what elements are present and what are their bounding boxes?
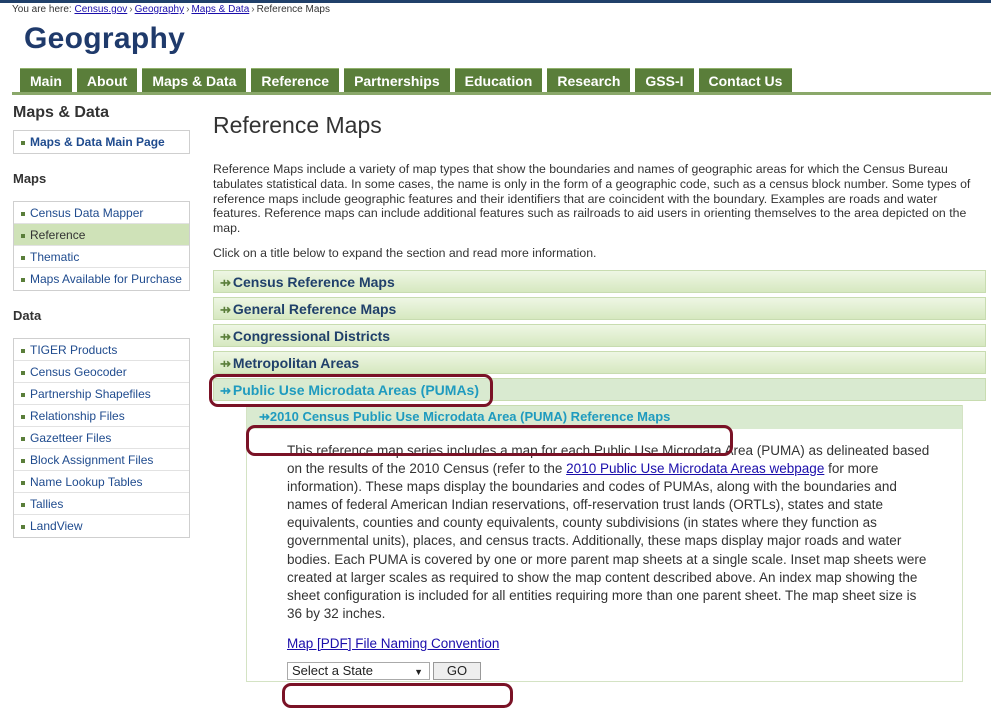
- puma-subpanel: ⇸2010 Census Public Use Microdata Area (…: [246, 404, 963, 683]
- go-button[interactable]: GO: [433, 662, 481, 681]
- bullet-icon: [21, 277, 25, 282]
- bullet-icon: [21, 255, 25, 260]
- expand-arrow-icon: ⇸: [220, 328, 231, 344]
- nav-tab-gss-i[interactable]: GSS-I: [635, 68, 694, 92]
- bullet-icon: [21, 140, 25, 145]
- breadcrumb-current: Reference Maps: [256, 4, 330, 15]
- sidebar-item-census-data-mapper[interactable]: Census Data Mapper: [14, 202, 189, 224]
- sidebar-main-box: Maps & Data Main Page: [13, 130, 190, 154]
- sidebar-item-gazetteer-files[interactable]: Gazetteer Files: [14, 427, 189, 449]
- accordion: ⇸ Census Reference Maps ⇸ General Referenc…: [213, 269, 986, 683]
- bullet-icon: [21, 348, 25, 353]
- sidebar-item-reference[interactable]: Reference: [14, 224, 189, 246]
- state-select[interactable]: Select a State ▼: [287, 662, 430, 681]
- section-pumas[interactable]: ⇸ Public Use Microdata Areas (PUMAs): [213, 377, 986, 401]
- sidebar-item-thematic[interactable]: Thematic: [14, 246, 189, 268]
- bullet-icon: [21, 414, 25, 419]
- main-content: Reference Maps Reference Maps include a …: [213, 112, 986, 683]
- bullet-icon: [21, 233, 25, 238]
- nav-tab-maps-data[interactable]: Maps & Data: [142, 68, 247, 92]
- sidebar-item-landview[interactable]: LandView: [14, 515, 189, 537]
- section-census-reference-maps[interactable]: ⇸ Census Reference Maps: [213, 269, 986, 293]
- expand-arrow-icon: ⇸: [220, 274, 231, 290]
- sidebar-data-box: TIGER Products Census Geocoder Partnersh…: [13, 338, 190, 538]
- sidebar-item-tiger-products[interactable]: TIGER Products: [14, 339, 189, 361]
- site-title: Geography: [24, 22, 186, 55]
- bullet-icon: [21, 392, 25, 397]
- subsection-body: This reference map series includes a map…: [247, 429, 962, 681]
- state-picker-row: Select a State ▼ GO: [287, 661, 932, 681]
- sidebar-data-heading: Data: [13, 308, 42, 323]
- sidebar-heading: Maps & Data: [13, 104, 110, 121]
- top-stripe: [0, 0, 991, 3]
- puma-webpage-link[interactable]: 2010 Public Use Microdata Areas webpage: [566, 461, 824, 476]
- breadcrumb-link-geography[interactable]: Geography: [135, 4, 184, 15]
- sidebar-maps-box: Census Data Mapper Reference Thematic Ma…: [13, 201, 190, 291]
- nav-tab-main[interactable]: Main: [20, 68, 72, 92]
- bullet-icon: [21, 211, 25, 216]
- nav-tab-reference[interactable]: Reference: [251, 68, 340, 92]
- expand-arrow-icon: ⇸: [220, 301, 231, 317]
- page-title: Reference Maps: [213, 112, 382, 138]
- sidebar-item-census-geocoder[interactable]: Census Geocoder: [14, 361, 189, 383]
- sidebar-item-block-assignment-files[interactable]: Block Assignment Files: [14, 449, 189, 471]
- nav-tab-education[interactable]: Education: [454, 68, 543, 92]
- expand-arrow-icon: ⇸: [220, 355, 231, 371]
- main-nav: Main About Maps & Data Reference Partner…: [20, 68, 797, 92]
- sidebar: Maps & Data Maps & Data Main Page Maps C…: [13, 104, 190, 538]
- breadcrumb-link-census[interactable]: Census.gov: [74, 4, 127, 15]
- breadcrumb-link-maps-data[interactable]: Maps & Data: [191, 4, 249, 15]
- nav-tab-contact-us[interactable]: Contact Us: [698, 68, 793, 92]
- file-naming-convention-link[interactable]: Map [PDF] File Naming Convention: [287, 635, 932, 653]
- bullet-icon: [21, 524, 25, 529]
- nav-underline: [12, 92, 991, 95]
- instruction-text: Click on a title below to expand the sec…: [213, 245, 597, 260]
- sidebar-item-relationship-files[interactable]: Relationship Files: [14, 405, 189, 427]
- sidebar-item-tallies[interactable]: Tallies: [14, 493, 189, 515]
- nav-tab-research[interactable]: Research: [547, 68, 631, 92]
- breadcrumb: You are here: Census.gov › Geography › Maps …: [12, 4, 330, 15]
- nav-tab-partnerships[interactable]: Partnerships: [344, 68, 450, 92]
- collapse-arrow-icon: ⇸: [220, 382, 231, 398]
- bullet-icon: [21, 436, 25, 441]
- nav-tab-about[interactable]: About: [76, 68, 138, 92]
- sidebar-item-maps-for-purchase[interactable]: Maps Available for Purchase: [14, 268, 189, 290]
- intro-paragraph: Reference Maps include a variety of map …: [213, 162, 971, 236]
- dropdown-arrow-icon: ▼: [414, 667, 423, 678]
- section-metropolitan-areas[interactable]: ⇸ Metropolitan Areas: [213, 350, 986, 374]
- bullet-icon: [21, 502, 25, 507]
- sidebar-maps-heading: Maps: [13, 171, 47, 186]
- bullet-icon: [21, 370, 25, 375]
- sidebar-item-name-lookup-tables[interactable]: Name Lookup Tables: [14, 471, 189, 493]
- highlight-state-select: [282, 683, 513, 708]
- section-congressional-districts[interactable]: ⇸ Congressional Districts: [213, 323, 986, 347]
- bullet-icon: [21, 458, 25, 463]
- breadcrumb-prefix: You are here:: [12, 4, 72, 15]
- subsection-puma-reference-maps[interactable]: ⇸2010 Census Public Use Microdata Area (…: [247, 404, 962, 429]
- bullet-icon: [21, 480, 25, 485]
- sidebar-item-main-page[interactable]: Maps & Data Main Page: [14, 131, 189, 153]
- sidebar-item-partnership-shapefiles[interactable]: Partnership Shapefiles: [14, 383, 189, 405]
- collapse-arrow-icon: ⇸: [259, 408, 270, 424]
- section-general-reference-maps[interactable]: ⇸ General Reference Maps: [213, 296, 986, 320]
